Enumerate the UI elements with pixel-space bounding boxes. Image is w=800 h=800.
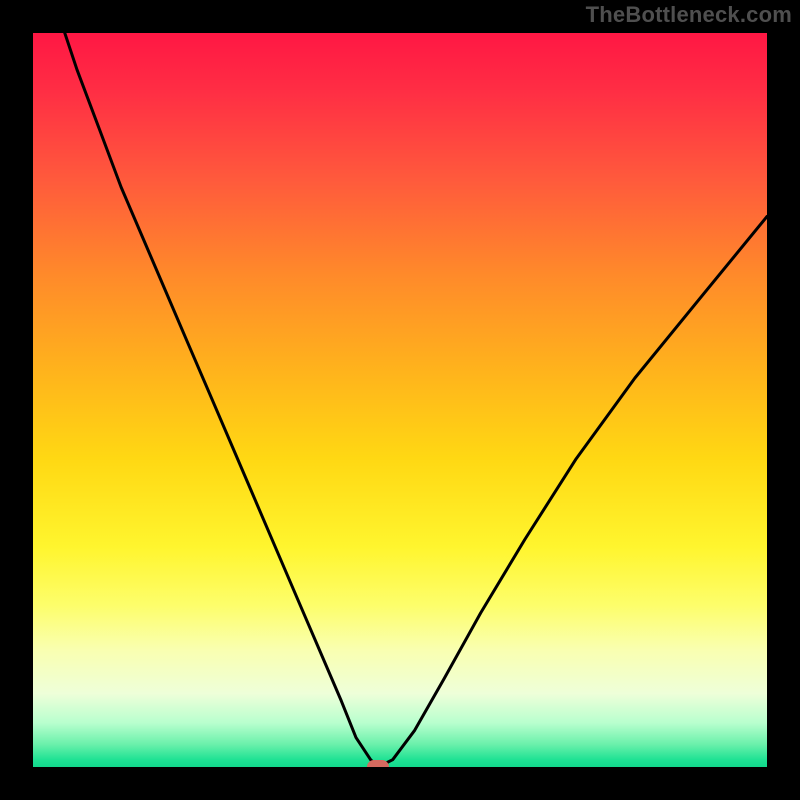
watermark-text: TheBottleneck.com (586, 2, 792, 28)
curve-layer (33, 33, 767, 767)
minimum-marker (367, 760, 389, 767)
bottleneck-curve (33, 33, 767, 767)
chart-frame: TheBottleneck.com (0, 0, 800, 800)
plot-area (33, 33, 767, 767)
